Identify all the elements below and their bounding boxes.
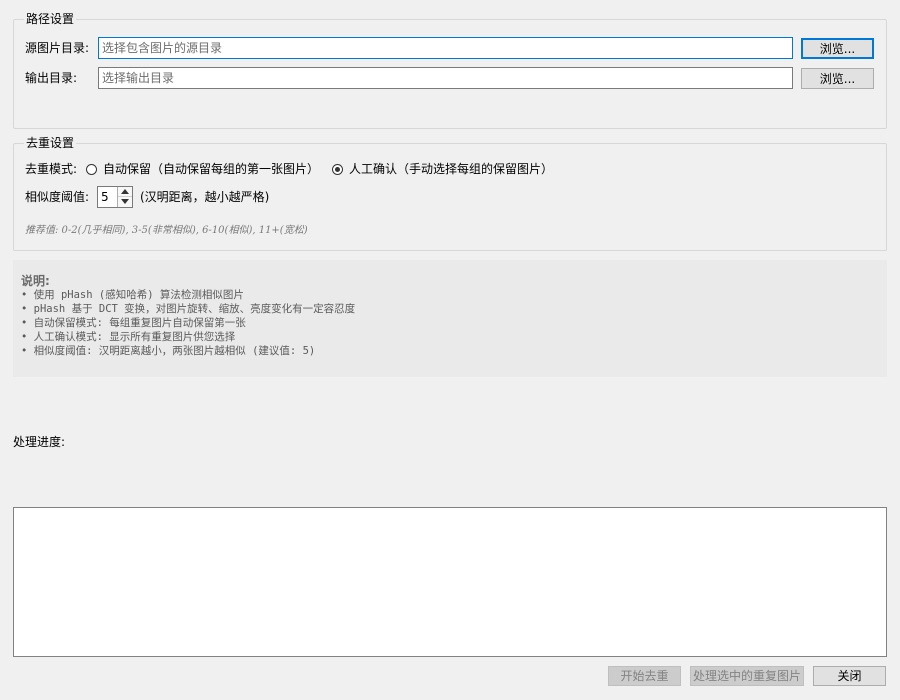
threshold-hint: 推荐值: 0-2(几乎相同), 3-5(非常相似), 6-10(相似), 11+… [25, 225, 308, 236]
spin-down-arrow-icon[interactable] [118, 197, 132, 207]
threshold-value[interactable]: 5 [101, 190, 109, 204]
mode-manual-label: 人工确认（手动选择每组的保留图片） [349, 162, 554, 176]
output-dir-label: 输出目录: [25, 71, 78, 85]
info-line: • 人工确认模式: 显示所有重复图片供您选择 [21, 331, 236, 343]
mode-auto-radio-circle[interactable] [86, 163, 97, 175]
output-browse-button[interactable]: 浏览... [801, 68, 874, 89]
start-dedup-button[interactable]: 开始去重 [608, 666, 681, 686]
mode-auto-label: 自动保留（自动保留每组的第一张图片） [103, 162, 320, 176]
threshold-note: (汉明距离，越小越严格) [140, 190, 270, 204]
mode-auto-radio[interactable]: 自动保留（自动保留每组的第一张图片） [86, 161, 319, 177]
threshold-spin-buttons [117, 187, 132, 207]
info-line: • 使用 pHash (感知哈希) 算法检测相似图片 [21, 289, 244, 301]
source-dir-label: 源图片目录: [25, 41, 90, 55]
info-line: • 自动保留模式: 每组重复图片自动保留第一张 [21, 317, 246, 329]
close-button[interactable]: 关闭 [813, 666, 886, 686]
mode-manual-radio-circle[interactable] [332, 163, 343, 175]
mode-manual-radio[interactable]: 人工确认（手动选择每组的保留图片） [332, 161, 553, 177]
dedup-dialog: 路径设置 源图片目录: 浏览... 输出目录: 浏览... 去重设置 去重模式:… [0, 0, 900, 700]
progress-label: 处理进度: [13, 435, 66, 449]
threshold-spinbox[interactable]: 5 [97, 186, 133, 208]
info-line: • pHash 基于 DCT 变换，对图片旋转、缩放、亮度变化有一定容忍度 [21, 303, 356, 315]
source-dir-input[interactable] [98, 37, 793, 59]
info-panel: 说明: • 使用 pHash (感知哈希) 算法检测相似图片 • pHash 基… [13, 260, 887, 377]
source-browse-button[interactable]: 浏览... [801, 38, 874, 59]
process-duplicates-button[interactable]: 处理选中的重复图片 [690, 666, 804, 686]
info-title: 说明: [21, 274, 50, 288]
output-dir-input[interactable] [98, 67, 793, 89]
threshold-label: 相似度阈值: [25, 190, 90, 204]
path-settings-title: 路径设置 [24, 12, 77, 26]
dedup-settings-title: 去重设置 [24, 136, 77, 150]
info-line: • 相似度阈值: 汉明距离越小，两张图片越相似 (建议值: 5) [21, 345, 316, 357]
dedup-mode-label: 去重模式: [25, 162, 78, 176]
spin-up-arrow-icon[interactable] [118, 187, 132, 197]
progress-log-area[interactable] [13, 507, 887, 657]
